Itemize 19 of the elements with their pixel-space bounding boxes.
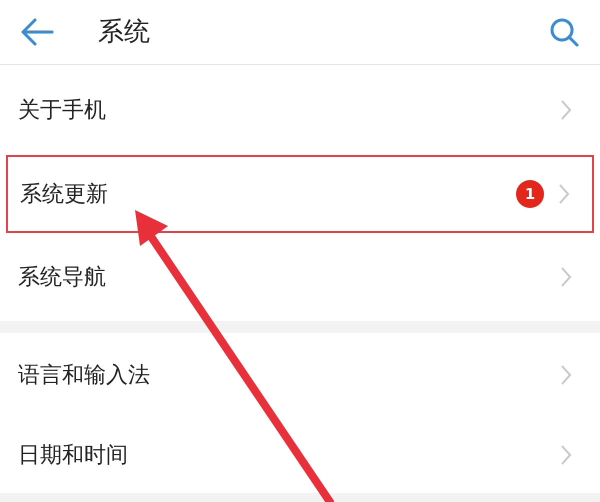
search-icon[interactable] — [548, 16, 580, 48]
settings-row[interactable]: 关于手机 — [0, 65, 600, 155]
chevron-right-icon — [560, 266, 572, 288]
settings-row[interactable]: 语言和输入法 — [0, 333, 600, 417]
back-arrow-icon[interactable] — [20, 17, 54, 47]
chevron-right-icon — [558, 183, 570, 205]
row-label: 关于手机 — [18, 96, 106, 124]
settings-row[interactable]: 系统更新 1 — [6, 155, 594, 233]
settings-row[interactable]: 系统导航 — [0, 233, 600, 321]
row-label: 系统更新 — [20, 180, 108, 208]
chevron-right-icon — [560, 444, 572, 466]
page-title: 系统 — [98, 16, 150, 48]
chevron-right-icon — [560, 364, 572, 386]
row-label: 语言和输入法 — [18, 362, 150, 390]
row-label: 日期和时间 — [18, 442, 128, 470]
row-label: 系统导航 — [18, 264, 106, 292]
settings-row[interactable]: 日期和时间 — [0, 417, 600, 493]
notification-badge: 1 — [516, 180, 544, 208]
chevron-right-icon — [560, 99, 572, 121]
